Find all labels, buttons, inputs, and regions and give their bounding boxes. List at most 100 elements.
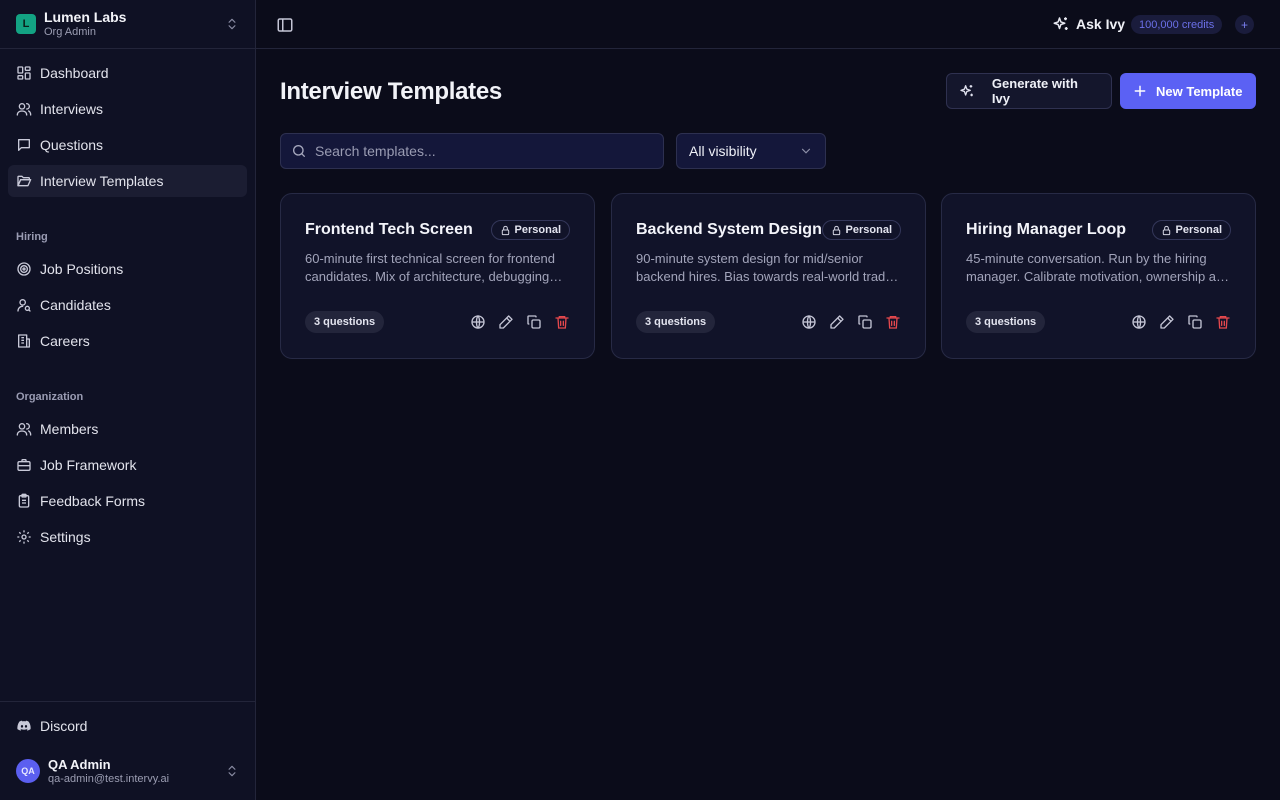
sidebar-toggle-icon[interactable] — [276, 16, 294, 34]
folder-icon — [17, 175, 32, 187]
users-icon — [16, 423, 32, 436]
sidebar-item-settings[interactable]: Settings — [8, 521, 247, 553]
template-description: 90-minute system design for mid/senior b… — [636, 251, 897, 284]
new-template-label: New Template — [1156, 83, 1243, 99]
generate-label: Generate with Ivy — [991, 76, 1078, 106]
chevrons-up-down-icon — [228, 18, 236, 30]
sidebar-item-label: Members — [40, 421, 99, 437]
sidebar-item-label: Questions — [40, 137, 104, 153]
top-bar: Ask Ivy 100,000 credits + — [256, 0, 1280, 49]
sidebar-item-label: Careers — [40, 333, 90, 349]
org-info: Lumen Labs Org Admin — [44, 9, 225, 39]
users-icon — [16, 103, 32, 116]
sidebar-item-job-positions[interactable]: Job Positions — [8, 253, 247, 285]
user-info: QA Admin qa-admin@test.intervy.ai — [48, 757, 225, 786]
template-description: 60-minute first technical screen for fro… — [305, 251, 556, 284]
sidebar-item-job-framework[interactable]: Job Framework — [8, 449, 247, 481]
org-name: Lumen Labs — [44, 9, 127, 25]
template-card[interactable]: Hiring Manager Loop Personal 45-minute c… — [941, 193, 1256, 359]
sidebar-item-interviews[interactable]: Interviews — [8, 93, 247, 125]
visibility-label: Personal — [845, 224, 892, 236]
building-icon — [17, 334, 30, 348]
user-search-icon — [17, 299, 31, 312]
plus-icon — [1134, 85, 1146, 97]
sparkles-icon — [960, 85, 973, 97]
visibility-label: Personal — [514, 224, 561, 236]
template-title: Backend System Design — [636, 221, 822, 238]
org-switcher[interactable]: L Lumen Labs Org Admin — [0, 0, 255, 49]
generate-with-ivy-button[interactable]: Generate with Ivy — [946, 73, 1112, 109]
credits-badge: 100,000 credits — [1131, 15, 1223, 34]
new-template-button[interactable]: New Template — [1120, 73, 1256, 109]
lock-icon — [1162, 225, 1170, 235]
sidebar-item-members[interactable]: Members — [8, 413, 247, 445]
edit-icon[interactable] — [829, 314, 845, 330]
visibility-badge: Personal — [1151, 220, 1231, 240]
user-name: QA Admin — [48, 756, 111, 772]
copy-icon[interactable] — [526, 314, 542, 330]
globe-icon[interactable] — [470, 314, 486, 330]
ask-ivy-button[interactable]: Ask Ivy — [1052, 14, 1125, 34]
globe-icon[interactable] — [801, 314, 817, 330]
copy-icon[interactable] — [1187, 314, 1203, 330]
sidebar-item-label: Settings — [40, 529, 91, 545]
add-credits-button[interactable]: + — [1235, 15, 1254, 34]
card-actions — [789, 314, 901, 330]
sidebar-item-interview-templates[interactable]: Interview Templates — [8, 165, 247, 197]
visibility-filter[interactable]: All visibility — [676, 133, 826, 169]
sidebar-divider — [0, 701, 255, 702]
sidebar-item-label: Job Framework — [40, 457, 137, 473]
visibility-badge: Personal — [821, 220, 901, 240]
copy-icon[interactable] — [857, 314, 873, 330]
edit-icon[interactable] — [498, 314, 514, 330]
lock-icon — [832, 225, 840, 235]
sidebar-item-questions[interactable]: Questions — [8, 129, 247, 161]
search-input[interactable] — [315, 143, 653, 159]
sidebar-item-feedback-forms[interactable]: Feedback Forms — [8, 485, 247, 517]
visibility-badge: Personal — [490, 220, 570, 240]
chevrons-up-down-icon — [228, 765, 236, 777]
page-title: Interview Templates — [280, 78, 502, 105]
template-card[interactable]: Backend System Design Personal 90-minute… — [611, 193, 926, 359]
chevron-down-icon — [801, 148, 811, 154]
sidebar-item-dashboard[interactable]: Dashboard — [8, 57, 247, 89]
search-box — [280, 133, 664, 169]
globe-icon[interactable] — [1131, 314, 1147, 330]
edit-icon[interactable] — [1159, 314, 1175, 330]
sidebar-item-label: Feedback Forms — [40, 493, 146, 509]
template-title: Frontend Tech Screen — [305, 221, 473, 238]
template-description: 45-minute conversation. Run by the hirin… — [966, 251, 1231, 284]
user-menu[interactable]: QA QA Admin qa-admin@test.intervy.ai — [8, 750, 247, 792]
trash-icon[interactable] — [554, 314, 570, 330]
sidebar-item-discord[interactable]: Discord — [8, 710, 247, 742]
sidebar-item-label: Job Positions — [40, 261, 124, 277]
visibility-label: Personal — [1175, 224, 1222, 236]
message-square-icon — [18, 139, 30, 151]
trash-icon[interactable] — [885, 314, 901, 330]
lock-icon — [501, 225, 509, 235]
sidebar-item-label: Dashboard — [40, 65, 109, 81]
sparkles-icon — [1053, 17, 1068, 30]
sidebar-item-label: Discord — [40, 718, 88, 734]
sidebar-item-careers[interactable]: Careers — [8, 325, 247, 357]
briefcase-icon — [17, 459, 31, 471]
dashboard-icon — [17, 66, 31, 80]
card-actions — [458, 314, 570, 330]
card-actions — [1119, 314, 1231, 330]
template-card[interactable]: Frontend Tech Screen Personal 60-minute … — [280, 193, 595, 359]
org-role: Org Admin — [44, 26, 96, 38]
section-label-organization: Organization — [16, 391, 84, 403]
gear-icon — [17, 530, 31, 544]
section-label-hiring: Hiring — [16, 231, 48, 243]
ask-ivy-label: Ask Ivy — [1076, 16, 1126, 32]
target-icon — [17, 262, 31, 276]
trash-icon[interactable] — [1215, 314, 1231, 330]
visibility-selected: All visibility — [689, 143, 757, 159]
sidebar-item-candidates[interactable]: Candidates — [8, 289, 247, 321]
sidebar-item-label: Candidates — [40, 297, 111, 313]
discord-icon — [17, 720, 31, 731]
sidebar: L Lumen Labs Org Admin Dashboard Intervi… — [0, 0, 256, 800]
avatar: QA — [16, 759, 40, 783]
clipboard-icon — [18, 493, 30, 508]
sidebar-item-label: Interview Templates — [40, 173, 164, 189]
